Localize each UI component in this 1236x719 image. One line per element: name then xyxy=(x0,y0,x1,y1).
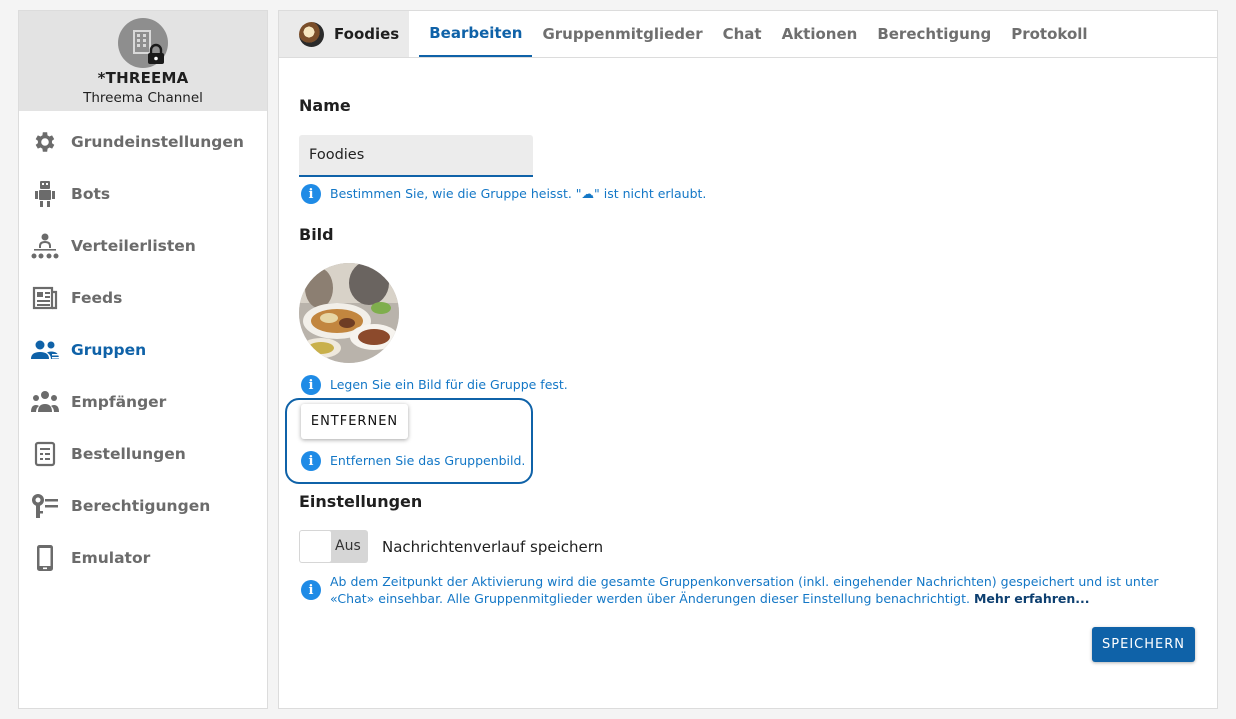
info-icon: i xyxy=(301,184,321,204)
tab-chat[interactable]: Chat xyxy=(713,11,772,57)
toggle-state-label: Aus xyxy=(335,538,361,554)
channel-header: *THREEMA Threema Channel xyxy=(19,11,267,111)
sidebar-item-label: Empfänger xyxy=(71,393,167,411)
channel-subtitle: Threema Channel xyxy=(83,90,203,106)
sidebar-item-gruppen[interactable]: Gruppen xyxy=(19,324,267,376)
sidebar-menu: Grundeinstellungen Bots Verteilerlisten … xyxy=(19,111,267,584)
history-hint: i Ab dem Zeitpunkt der Aktivierung wird … xyxy=(301,573,1181,607)
tab-bar: Foodies Bearbeiten Gruppenmitglieder Cha… xyxy=(279,11,1217,58)
remove-hint-text: Entfernen Sie das Gruppenbild. xyxy=(330,453,526,468)
group-name: Foodies xyxy=(334,25,400,43)
image-hint-text: Legen Sie ein Bild für die Gruppe fest. xyxy=(330,377,568,392)
sidebar-item-bots[interactable]: Bots xyxy=(19,168,267,220)
image-hint: i Legen Sie ein Bild für die Gruppe fest… xyxy=(301,375,568,395)
group-name-input[interactable] xyxy=(299,135,533,177)
info-icon: i xyxy=(301,451,321,471)
sidebar: *THREEMA Threema Channel Grundeinstellun… xyxy=(18,10,268,709)
image-section-title: Bild xyxy=(299,225,334,244)
history-toggle-label: Nachrichtenverlauf speichern xyxy=(382,538,604,556)
sidebar-item-label: Berechtigungen xyxy=(71,497,211,515)
sidebar-item-verteilerlisten[interactable]: Verteilerlisten xyxy=(19,220,267,272)
group-photo xyxy=(299,263,399,363)
group-thumbnail xyxy=(299,21,324,47)
sidebar-item-emulator[interactable]: Emulator xyxy=(19,532,267,584)
main-panel: Foodies Bearbeiten Gruppenmitglieder Cha… xyxy=(278,10,1218,709)
settings-section-title: Einstellungen xyxy=(299,492,423,511)
remove-image-button[interactable]: ENTFERNEN xyxy=(301,404,408,439)
sidebar-item-label: Gruppen xyxy=(71,341,147,359)
toggle-knob xyxy=(300,531,331,562)
channel-avatar xyxy=(118,18,168,68)
orders-icon xyxy=(31,440,59,468)
remove-hint: i Entfernen Sie das Gruppenbild. xyxy=(301,451,525,471)
phone-icon xyxy=(31,544,59,572)
sidebar-item-empfaenger[interactable]: Empfänger xyxy=(19,376,267,428)
sidebar-item-bestellungen[interactable]: Bestellungen xyxy=(19,428,267,480)
distribution-icon xyxy=(31,232,59,260)
learn-more-link[interactable]: Mehr erfahren... xyxy=(974,591,1090,606)
sidebar-item-grundeinstellungen[interactable]: Grundeinstellungen xyxy=(19,116,267,168)
tab-gruppenmitglieder[interactable]: Gruppenmitglieder xyxy=(532,11,712,57)
name-section-title: Name xyxy=(299,96,351,115)
history-hint-text: Ab dem Zeitpunkt der Aktivierung wird di… xyxy=(330,573,1181,607)
recipients-icon xyxy=(31,388,59,416)
tab-protokoll[interactable]: Protokoll xyxy=(1001,11,1097,57)
feed-icon xyxy=(31,284,59,312)
info-icon: i xyxy=(301,580,321,600)
tab-aktionen[interactable]: Aktionen xyxy=(772,11,868,57)
tab-berechtigung[interactable]: Berechtigung xyxy=(867,11,1001,57)
tab-bearbeiten[interactable]: Bearbeiten xyxy=(419,11,533,57)
group-icon xyxy=(31,336,59,364)
group-chip: Foodies xyxy=(279,11,410,57)
name-hint-text: Bestimmen Sie, wie die Gruppe heisst. "☁… xyxy=(330,186,707,201)
sidebar-item-label: Grundeinstellungen xyxy=(71,133,244,151)
sidebar-item-berechtigungen[interactable]: Berechtigungen xyxy=(19,480,267,532)
history-toggle[interactable]: Aus xyxy=(299,530,368,563)
sidebar-item-label: Emulator xyxy=(71,549,151,567)
sidebar-item-feeds[interactable]: Feeds xyxy=(19,272,267,324)
channel-name: *THREEMA xyxy=(97,69,189,87)
sidebar-item-label: Bots xyxy=(71,185,111,203)
robot-icon xyxy=(31,180,59,208)
name-hint: i Bestimmen Sie, wie die Gruppe heisst. … xyxy=(301,184,706,204)
sidebar-item-label: Verteilerlisten xyxy=(71,237,196,255)
gear-icon xyxy=(31,128,59,156)
sidebar-item-label: Feeds xyxy=(71,289,123,307)
info-icon: i xyxy=(301,375,321,395)
lock-icon xyxy=(148,43,164,64)
key-icon xyxy=(31,492,59,520)
sidebar-item-label: Bestellungen xyxy=(71,445,186,463)
save-button[interactable]: SPEICHERN xyxy=(1092,627,1195,662)
